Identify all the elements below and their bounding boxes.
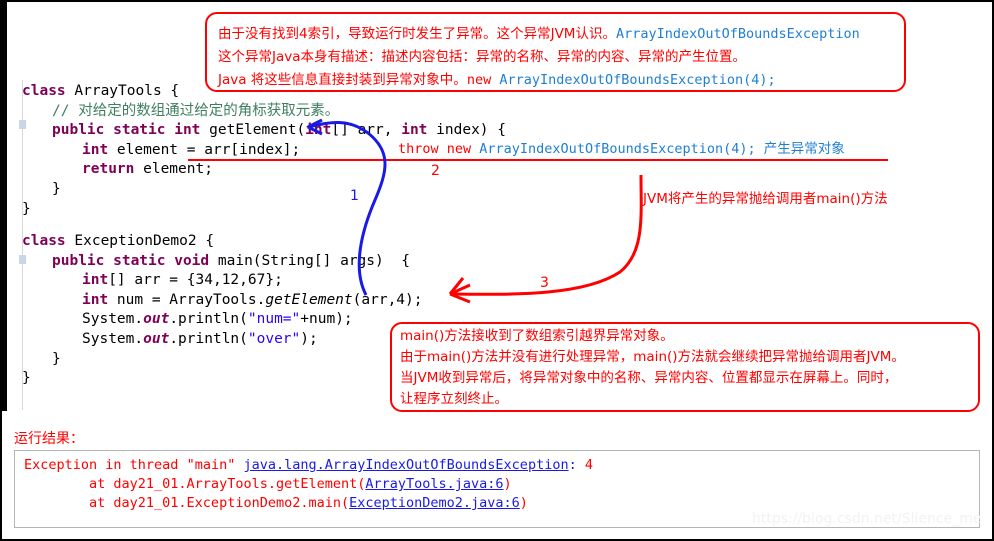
code-token: class — [22, 233, 75, 249]
annotation-bottom-line4: 让程序立刻终止。 — [400, 391, 508, 407]
code-token: out — [143, 311, 170, 328]
console-token: at day21_01.ArrayTools.getElement( — [24, 476, 366, 492]
code-token: return — [82, 161, 135, 178]
code-line: int[] arr = {34,12,67}; — [22, 271, 423, 291]
code-token: [] arr, — [331, 122, 402, 139]
code-line: } — [22, 180, 506, 200]
code-token: } — [52, 180, 61, 197]
code-token: getElement — [265, 291, 353, 308]
stacktrace-link[interactable]: ExceptionDemo2.java:6 — [349, 495, 520, 511]
code-token: // 对给定的数组通过给定的角标获取元素。 — [52, 102, 340, 119]
code-token: .println( — [169, 311, 248, 328]
code-token: int — [305, 122, 332, 139]
code-token: index) { — [427, 122, 506, 139]
annotation-bottom-line2: 由于main()方法并没有进行处理异常，main()方法就会继续把异常抛给调用者… — [400, 349, 905, 365]
console-token: 4 — [584, 457, 593, 473]
code-token: ExceptionDemo2 — [74, 233, 206, 249]
annotation-throw-red: throw new — [398, 141, 480, 157]
code-token: .println( — [169, 330, 248, 347]
code-token: ArrayTools — [74, 83, 171, 99]
annotation-throw-underline — [188, 159, 888, 161]
annotation-bottom-line1: main()方法接收到了数组索引越界异常对象。 — [400, 328, 674, 344]
code-token: } — [22, 370, 31, 387]
stacktrace-link[interactable]: ArrayTools.java:6 — [365, 476, 503, 492]
console-token: : — [568, 457, 585, 473]
watermark: https://blog.csdn.net/Slience_me — [752, 511, 982, 527]
annotation-throw-blue: ArrayIndexOutOfBoundsException(4); — [479, 141, 756, 157]
annotation-top-line1-red: 由于没有找到4索引，导致运行时发生了异常。这个异常JVM认识。 — [218, 26, 616, 42]
stacktrace-link[interactable]: java.lang.ArrayIndexOutOfBoundsException — [243, 457, 568, 473]
code-token: out — [143, 330, 170, 347]
code-token: +num); — [300, 311, 353, 328]
annotation-top-line3-blue: ArrayIndexOutOfBoundsException(4); — [499, 72, 776, 88]
annotation-throw: throw new ArrayIndexOutOfBoundsException… — [398, 138, 845, 160]
code-line: System.out.println("num="+num); — [22, 310, 423, 330]
annotation-top-line3-red: Java 将这些信息直接封装到异常对象中。 — [218, 72, 467, 88]
code-token: num = ArrayTools. — [108, 291, 266, 308]
code-line: } — [22, 200, 506, 220]
console-token: ) — [503, 476, 512, 492]
annotation-bottom-line3: 当JVM收到异常后，将异常对象中的名称、异常内容、位置都显示在屏幕上。同时， — [400, 370, 898, 386]
annotation-top-line3-new: new — [466, 72, 500, 88]
annotation-top-line1-blue: ArrayIndexOutOfBoundsException — [615, 26, 860, 42]
code-token: int — [82, 141, 109, 158]
code-token: { — [170, 83, 180, 99]
code-token: "num=" — [247, 311, 301, 328]
code-line: } — [22, 369, 423, 389]
annotation-top-line1: 由于没有找到4索引，导致运行时发生了异常。这个异常JVM认识。ArrayInde… — [218, 23, 860, 45]
code-token: public static void — [52, 252, 218, 269]
console-line: Exception in thread "main" java.lang.Arr… — [24, 457, 593, 473]
code-token: int — [401, 122, 428, 139]
code-token: System. — [82, 311, 144, 328]
code-line: int num = ArrayTools.getElement(arr,4); — [22, 291, 423, 311]
marker-two: 2 — [431, 163, 440, 179]
code-token: System. — [82, 330, 144, 347]
code-block-exceptiondemo2[interactable]: class ExceptionDemo2 {public static void… — [22, 232, 423, 389]
annotation-top-line2: 这个异常Java本身有描述：描述内容包括：异常的名称、异常的内容、异常的产生位置… — [218, 49, 747, 65]
console-token: at day21_01.ExceptionDemo2.main( — [24, 495, 350, 511]
marker-three: 3 — [540, 275, 549, 291]
code-token: } — [22, 200, 31, 217]
console-token: Exception in thread — [24, 457, 187, 473]
code-token: { — [205, 233, 215, 249]
console-line: at day21_01.ExceptionDemo2.main(Exceptio… — [24, 495, 528, 511]
code-token: element; — [134, 161, 213, 178]
code-token: element = arr[index]; — [108, 141, 301, 158]
console-token: "main" — [186, 457, 244, 473]
code-token: int — [82, 291, 109, 308]
code-line: // 对给定的数组通过给定的角标获取元素。 — [22, 102, 506, 122]
code-token: int — [82, 272, 109, 289]
code-line: } — [22, 350, 423, 370]
code-token: main(String[] args) { — [217, 252, 410, 269]
console-token: ) — [519, 495, 528, 511]
code-token: [] arr = {34,12,67}; — [108, 272, 283, 289]
code-token: ); — [300, 330, 318, 347]
code-token: class — [22, 83, 75, 99]
annotation-top-line3: Java 将这些信息直接封装到异常对象中。new ArrayIndexOutOf… — [218, 69, 776, 91]
code-token: "over" — [247, 330, 301, 347]
code-line: public static void main(String[] args) { — [22, 252, 423, 272]
code-token: getElement( — [209, 122, 306, 139]
code-token: (arr,4); — [352, 291, 423, 308]
code-token: } — [52, 350, 61, 367]
marker-one: 1 — [350, 188, 359, 204]
code-line: System.out.println("over"); — [22, 330, 423, 350]
annotation-jvm-throw: JVM将产生的异常抛给调用者main()方法 — [643, 191, 888, 207]
result-label: 运行结果： — [14, 431, 84, 447]
console-line: at day21_01.ArrayTools.getElement(ArrayT… — [24, 476, 512, 492]
code-line: class ExceptionDemo2 { — [22, 232, 423, 252]
editor-left-bar — [2, 2, 7, 411]
annotation-throw-tail: 产生异常对象 — [755, 141, 845, 157]
code-token: public static int — [52, 122, 210, 139]
